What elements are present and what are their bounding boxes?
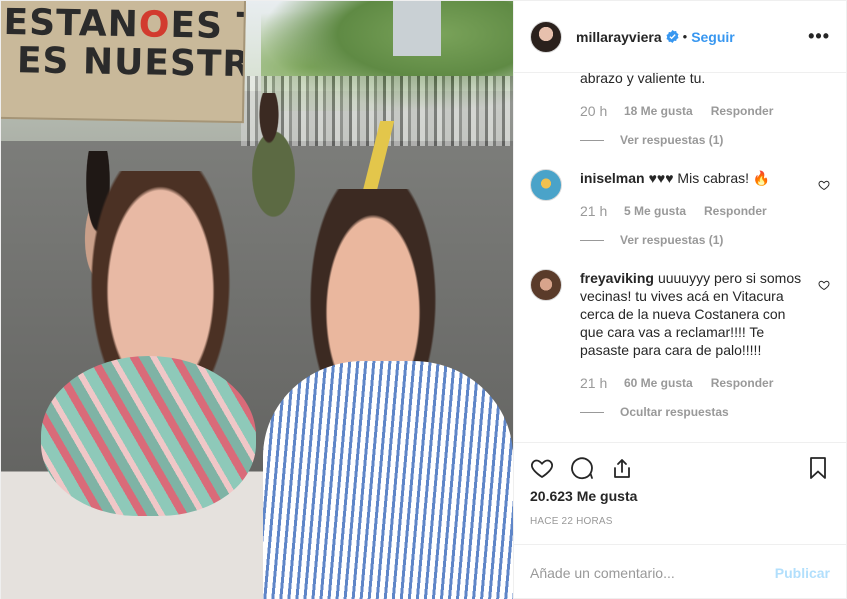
owner-avatar[interactable] bbox=[530, 20, 562, 53]
comment-message: ♥♥♥ Mis cabras! 🔥 bbox=[648, 170, 771, 186]
comment-meta: 20 h 18 Me gusta Responder bbox=[580, 103, 830, 119]
commenter-avatar[interactable] bbox=[530, 269, 562, 301]
small-heart-icon[interactable] bbox=[818, 279, 830, 291]
view-replies-link[interactable]: Ver respuestas (1) bbox=[580, 133, 830, 147]
comments-list[interactable]: abrazo y valiente tu. 20 h 18 Me gusta R… bbox=[514, 73, 846, 442]
instagram-post: ESTANOES TU ES NUESTRA millarayviera • S… bbox=[0, 0, 847, 599]
comment-likes[interactable]: 5 Me gusta bbox=[624, 204, 686, 218]
hide-replies-label: Ocultar respuestas bbox=[620, 405, 729, 419]
header-separator: • bbox=[682, 29, 688, 44]
comment-meta: 21 h 5 Me gusta Responder bbox=[580, 203, 808, 219]
commenter-username[interactable]: iniselman bbox=[580, 170, 645, 186]
comment-icon[interactable] bbox=[570, 456, 594, 480]
replies-line bbox=[580, 239, 604, 241]
post-sidebar: millarayviera • Seguir ••• abrazo y vali… bbox=[513, 1, 846, 599]
commenter-avatar[interactable] bbox=[530, 169, 562, 201]
comment: freyaviking uuuuyyy pero si somos vecinas… bbox=[530, 269, 830, 419]
heart-icon[interactable] bbox=[530, 456, 554, 480]
comment-time[interactable]: 20 h bbox=[580, 103, 624, 119]
comment-continuation: abrazo y valiente tu. 20 h 18 Me gusta R… bbox=[530, 73, 830, 147]
view-replies-label: Ver respuestas (1) bbox=[620, 233, 724, 247]
comment-meta: 21 h 60 Me gusta Responder bbox=[580, 375, 808, 391]
publish-button[interactable]: Publicar bbox=[775, 565, 830, 581]
action-bar bbox=[514, 442, 846, 492]
comment-body: iniselman ♥♥♥ Mis cabras! 🔥 21 h 5 Me gus… bbox=[580, 169, 830, 247]
comment: iniselman ♥♥♥ Mis cabras! 🔥 21 h 5 Me gus… bbox=[530, 169, 830, 247]
bookmark-icon[interactable] bbox=[806, 456, 830, 480]
comment-time[interactable]: 21 h bbox=[580, 203, 624, 219]
scarf bbox=[41, 356, 256, 516]
striped-shirt bbox=[263, 361, 513, 599]
comment-likes[interactable]: 18 Me gusta bbox=[624, 104, 693, 118]
small-heart-icon[interactable] bbox=[818, 179, 830, 191]
reply-button[interactable]: Responder bbox=[711, 104, 774, 118]
comment-input[interactable] bbox=[530, 564, 775, 581]
comment-text: abrazo y valiente tu. bbox=[580, 73, 706, 86]
replies-line bbox=[580, 139, 604, 141]
hide-replies-link[interactable]: Ocultar respuestas bbox=[580, 405, 808, 419]
protest-sign: ESTANOES TU ES NUESTRA bbox=[1, 1, 247, 124]
reply-button[interactable]: Responder bbox=[704, 204, 767, 218]
comment-text: iniselman ♥♥♥ Mis cabras! 🔥 bbox=[580, 169, 808, 187]
commenter-username[interactable]: freyaviking bbox=[580, 270, 654, 286]
post-timestamp[interactable]: HACE 22 HORAS bbox=[514, 516, 846, 527]
comment-likes[interactable]: 60 Me gusta bbox=[624, 376, 693, 390]
view-replies-link[interactable]: Ver respuestas (1) bbox=[580, 233, 808, 247]
reply-button[interactable]: Responder bbox=[711, 376, 774, 390]
post-header: millarayviera • Seguir ••• bbox=[514, 1, 846, 73]
follow-button[interactable]: Seguir bbox=[691, 29, 735, 45]
comment-text: freyaviking uuuuyyy pero si somos vecinas… bbox=[580, 269, 808, 359]
like-count[interactable]: 20.623 Me gusta bbox=[514, 488, 846, 504]
owner-username[interactable]: millarayviera bbox=[576, 29, 662, 45]
comment-body: freyaviking uuuuyyy pero si somos vecinas… bbox=[580, 269, 830, 419]
add-comment-bar: Publicar bbox=[514, 544, 846, 599]
verified-badge-icon bbox=[666, 30, 679, 43]
post-photo[interactable]: ESTANOES TU ES NUESTRA bbox=[1, 1, 513, 599]
view-replies-label: Ver respuestas (1) bbox=[620, 133, 724, 147]
comment-time[interactable]: 21 h bbox=[580, 375, 624, 391]
building bbox=[393, 1, 441, 56]
replies-line bbox=[580, 411, 604, 413]
more-icon[interactable]: ••• bbox=[808, 26, 830, 47]
sign-line-2: ES NUESTRA bbox=[16, 40, 247, 86]
share-icon[interactable] bbox=[610, 456, 634, 480]
